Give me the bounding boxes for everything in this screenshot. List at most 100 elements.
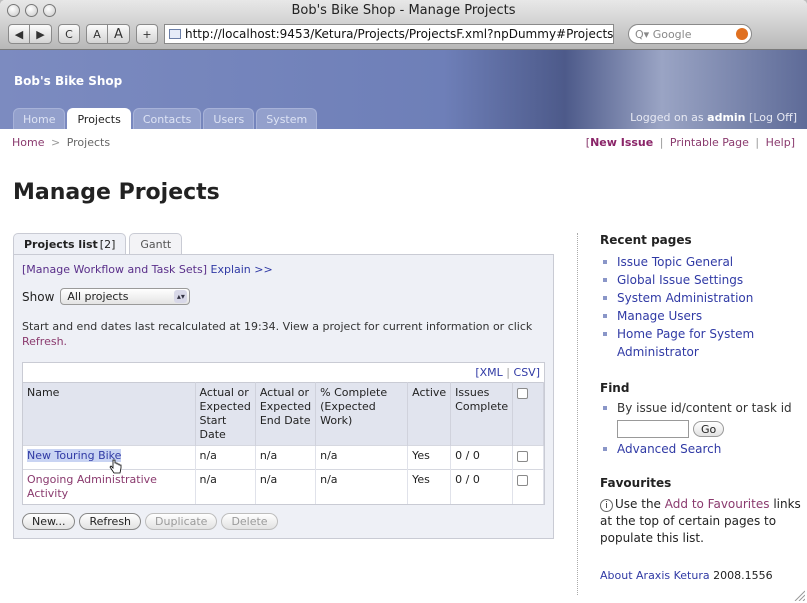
- col-complete[interactable]: % Complete (Expected Work): [315, 382, 409, 446]
- col-active[interactable]: Active: [407, 382, 452, 446]
- find-title: Find: [600, 381, 630, 395]
- col-issues[interactable]: Issues Complete: [450, 382, 514, 446]
- browser-toolbar: ◀ ▶ C A A + http://localhost:9453/Ketura…: [8, 22, 799, 46]
- resize-grip-icon[interactable]: [793, 589, 805, 601]
- delete-button[interactable]: Delete: [221, 513, 278, 530]
- add-bookmark-button[interactable]: +: [136, 24, 158, 44]
- tab-projects-list[interactable]: Projects list [2]: [13, 233, 127, 254]
- logout-link[interactable]: [Log Off]: [749, 111, 797, 124]
- address-bar[interactable]: http://localhost:9453/Ketura/Projects/Pr…: [164, 24, 614, 44]
- new-issue-link[interactable]: New Issue: [590, 136, 653, 149]
- row-start: n/a: [195, 469, 256, 504]
- breadcrumb-current: Projects: [66, 135, 111, 149]
- row-end: n/a: [255, 469, 317, 504]
- about-link[interactable]: About Araxis Ketura: [600, 569, 710, 582]
- tab-gantt[interactable]: Gantt: [129, 233, 183, 254]
- find-list: By issue id/content or task id: [600, 399, 801, 417]
- show-label: Show: [22, 289, 55, 304]
- tab-system[interactable]: System: [256, 108, 318, 129]
- search-placeholder: Google: [652, 27, 692, 41]
- select-arrows-icon: ▴▾: [174, 290, 188, 303]
- help-link[interactable]: Help: [766, 136, 791, 149]
- show-filter: Show All projects ▴▾: [22, 288, 545, 305]
- login-prefix: Logged on as: [630, 111, 704, 124]
- row-select-cell: [512, 469, 544, 504]
- sub-tabs: Projects list [2] Gantt: [13, 233, 554, 254]
- find-label: By issue id/content or task id: [600, 399, 801, 417]
- col-select: [512, 382, 544, 446]
- row-issues: 0 / 0: [450, 469, 514, 504]
- go-button[interactable]: Go: [693, 421, 725, 437]
- refresh-button[interactable]: Refresh: [79, 513, 142, 530]
- xml-export-link[interactable]: [XML: [475, 366, 502, 379]
- back-button[interactable]: ◀: [8, 24, 30, 44]
- find-input[interactable]: [617, 420, 689, 438]
- row-select-cell: [512, 445, 544, 470]
- tab-home[interactable]: Home: [13, 108, 66, 129]
- fav-prefix: Use the: [615, 497, 661, 511]
- row-checkbox[interactable]: [517, 451, 529, 462]
- col-end[interactable]: Actual or Expected End Date: [255, 382, 317, 446]
- show-select-value: All projects: [67, 290, 129, 303]
- new-button[interactable]: New...: [22, 513, 76, 530]
- row-checkbox[interactable]: [517, 475, 529, 486]
- recent-pages-title: Recent pages: [600, 233, 692, 247]
- col-start[interactable]: Actual or Expected Start Date: [195, 382, 256, 446]
- explain-link[interactable]: Explain >>: [211, 263, 273, 276]
- project-link[interactable]: New Touring Bike: [27, 449, 122, 462]
- reload-button[interactable]: C: [58, 24, 80, 44]
- recalc-text: Start and end dates last recalculated at…: [22, 320, 533, 333]
- recent-item[interactable]: Manage Users: [600, 307, 801, 325]
- top-links: [New Issue | Printable Page | Help]: [586, 136, 795, 149]
- csv-export-link[interactable]: CSV]: [514, 366, 540, 379]
- projects-section: Projects list [2] Gantt [Manage Workflow…: [13, 233, 554, 539]
- show-select[interactable]: All projects ▴▾: [60, 288, 191, 305]
- favourites-help: i Use the Add to Favourites links at the …: [600, 496, 801, 547]
- row-active: Yes: [407, 445, 452, 470]
- window-title: Bob's Bike Shop - Manage Projects: [291, 3, 516, 18]
- advanced-search-list: Advanced Search: [600, 440, 801, 458]
- text-smaller-button[interactable]: A: [86, 24, 108, 44]
- duplicate-button[interactable]: Duplicate: [145, 513, 218, 530]
- advanced-search-link[interactable]: Advanced Search: [600, 440, 801, 458]
- main-tabs: Home Projects Contacts Users System: [13, 108, 318, 129]
- projects-table: Name Actual or Expected Start Date Actua…: [23, 382, 544, 504]
- breadcrumb-row: Home > Projects [New Issue | Printable P…: [0, 129, 807, 155]
- table-row: Ongoing Administrative Activity n/a n/a …: [23, 469, 544, 504]
- select-all-checkbox[interactable]: [517, 388, 529, 399]
- action-buttons: New... Refresh Duplicate Delete: [22, 513, 545, 530]
- info-icon: i: [600, 499, 613, 512]
- page-icon: [169, 29, 181, 39]
- recent-item[interactable]: Global Issue Settings: [600, 271, 801, 289]
- recent-item[interactable]: Home Page for System Administrator: [600, 325, 801, 361]
- project-count: [2]: [99, 237, 116, 251]
- page-title: Manage Projects: [13, 180, 220, 205]
- printable-page-link[interactable]: Printable Page: [670, 136, 749, 149]
- breadcrumb-home[interactable]: Home: [12, 136, 44, 149]
- row-active: Yes: [407, 469, 452, 504]
- hand-cursor-icon: [109, 459, 122, 474]
- version-text: 2008.1556: [713, 569, 773, 582]
- add-to-favourites-link[interactable]: Add to Favourites: [665, 497, 770, 511]
- tab-users[interactable]: Users: [203, 108, 255, 129]
- forward-button[interactable]: ▶: [30, 24, 52, 44]
- col-name[interactable]: Name: [23, 382, 196, 446]
- tab-projects[interactable]: Projects: [67, 108, 131, 129]
- refresh-link[interactable]: Refresh.: [22, 335, 67, 348]
- tab-contacts[interactable]: Contacts: [132, 108, 202, 129]
- separator: |: [506, 366, 511, 379]
- project-link[interactable]: Ongoing Administrative Activity: [27, 473, 157, 500]
- recent-item[interactable]: System Administration: [600, 289, 801, 307]
- search-field[interactable]: Q▾ Google: [628, 24, 752, 44]
- breadcrumb-separator: >: [50, 135, 61, 149]
- separator: |: [755, 135, 760, 149]
- search-clear-icon[interactable]: [736, 28, 748, 40]
- login-status: Logged on as admin [Log Off]: [630, 111, 797, 124]
- recent-item[interactable]: Issue Topic General: [600, 253, 801, 271]
- favourites-title: Favourites: [600, 476, 672, 490]
- projects-table-container: [XML | CSV] Name Actual or Expected Star…: [22, 362, 545, 505]
- login-user: admin: [707, 111, 746, 124]
- shop-name: Bob's Bike Shop: [14, 74, 123, 88]
- manage-workflow-link[interactable]: [Manage Workflow and Task Sets]: [22, 263, 207, 276]
- text-bigger-button[interactable]: A: [108, 24, 130, 44]
